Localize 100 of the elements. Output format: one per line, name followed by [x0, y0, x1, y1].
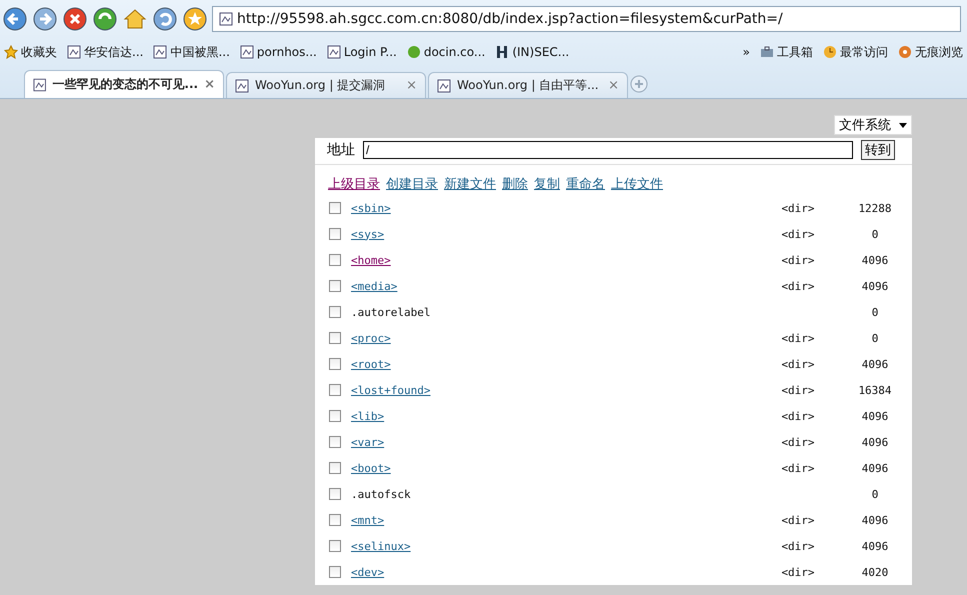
toolbar-item[interactable]: 最常访问 [823, 44, 888, 60]
new-tab-icon[interactable] [630, 75, 648, 93]
file-name: .autorelabel [351, 306, 430, 318]
bookmark-item[interactable]: docin.co... [406, 45, 486, 59]
type-cell-text: <dir> [780, 410, 816, 422]
page-icon [219, 12, 233, 26]
toolbox-icon [760, 45, 774, 59]
browser-tab[interactable]: 一些罕见的变态的不可见... × [24, 70, 224, 98]
action-link[interactable]: 复制 [534, 175, 560, 193]
folder-link[interactable]: <proc> [351, 332, 391, 344]
refresh-icon[interactable] [92, 6, 118, 32]
checkbox[interactable] [329, 462, 341, 474]
checkbox[interactable] [329, 410, 341, 422]
checkbox[interactable] [329, 202, 341, 214]
back-icon[interactable] [2, 6, 28, 32]
checkbox[interactable] [329, 540, 341, 552]
checkbox[interactable] [329, 488, 341, 500]
star-icon [4, 45, 18, 59]
browser-tab[interactable]: WooYun.org | 提交漏洞 × [226, 72, 426, 98]
folder-link[interactable]: <sbin> [351, 202, 391, 214]
bookmark-item[interactable]: (IN)SEC... [495, 45, 570, 59]
clock-icon [823, 45, 837, 59]
bookmark-item[interactable]: Login P... [326, 45, 397, 59]
type-cell-text: <dir> [780, 228, 816, 240]
size-cell-text: 0 [870, 306, 880, 318]
close-tab-button[interactable]: × [608, 78, 619, 93]
size-cell-text: 4096 [860, 540, 890, 552]
size-cell-text: 4096 [860, 254, 890, 266]
checkbox[interactable] [329, 384, 341, 396]
action-link[interactable]: 删除 [502, 175, 528, 193]
checkbox[interactable] [329, 358, 341, 370]
folder-link[interactable]: <boot> [351, 462, 391, 474]
bookmark-item[interactable]: 华安信达... [67, 44, 144, 60]
h-logo-icon [495, 45, 510, 59]
checkbox[interactable] [329, 436, 341, 448]
forward-icon[interactable] [32, 6, 58, 32]
url-text: http://95598.ah.sgcc.com.cn:8080/db/index.jsp?action=filesystem&curPath=/ [237, 11, 783, 27]
size-cell-text: 4096 [860, 514, 890, 526]
page-icon [67, 45, 81, 59]
undo-icon[interactable] [152, 6, 178, 32]
action-link[interactable]: 新建文件 [444, 175, 496, 193]
action-link[interactable]: 上传文件 [611, 175, 663, 193]
close-tab-button[interactable]: × [406, 78, 417, 93]
size-cell-text: 0 [870, 488, 880, 500]
checkbox[interactable] [329, 228, 341, 240]
mode-dropdown[interactable]: 文件系统 [834, 115, 912, 135]
action-link[interactable]: 上级目录 [328, 175, 380, 193]
action-link[interactable]: 重命名 [566, 175, 605, 193]
checkbox[interactable] [329, 566, 341, 578]
type-cell-text: <dir> [780, 436, 816, 448]
folder-link[interactable]: <dev> [351, 566, 384, 578]
stop-icon[interactable] [62, 6, 88, 32]
file-name: .autofsck [351, 488, 411, 500]
bookmark-item[interactable]: pornhos... [240, 45, 317, 59]
checkbox[interactable] [329, 280, 341, 292]
type-cell-text: <dir> [780, 566, 816, 578]
type-cell-text: <dir> [780, 384, 816, 396]
folder-link[interactable]: <selinux> [351, 540, 411, 552]
size-cell-text: 12288 [857, 202, 893, 214]
favorite-icon[interactable] [182, 6, 208, 32]
folder-link[interactable]: <lib> [351, 410, 384, 422]
size-cell-text: 4096 [860, 410, 890, 422]
folder-link[interactable]: <media> [351, 280, 398, 292]
page-icon [437, 78, 451, 92]
type-cell-text: <dir> [780, 540, 816, 552]
type-cell-text: <dir> [780, 514, 816, 526]
circle-logo-icon [406, 45, 421, 59]
page-icon [235, 78, 249, 92]
go-button[interactable]: 转到 [861, 140, 895, 160]
type-cell-text: <dir> [780, 202, 816, 214]
toolbar-item[interactable]: 无痕浏览 [898, 44, 963, 60]
caret-icon [899, 122, 907, 128]
size-cell-text: 4096 [860, 462, 890, 474]
checkbox[interactable] [329, 332, 341, 344]
more-bookmarks[interactable]: » [742, 45, 750, 59]
page-icon [33, 78, 46, 92]
folder-link[interactable]: <mnt> [351, 514, 384, 526]
toolbar-item[interactable]: 工具箱 [760, 44, 813, 60]
browser-tab[interactable]: WooYun.org | 自由平等... × [428, 72, 628, 98]
page-icon [153, 45, 168, 59]
type-cell-text: <dir> [780, 254, 816, 266]
checkbox[interactable] [329, 254, 341, 266]
address-bar[interactable]: http://95598.ah.sgcc.com.cn:8080/db/index.jsp?action=filesystem&curPath=/ [212, 6, 961, 32]
bookmark-item[interactable]: 收藏夹 [4, 44, 57, 60]
folder-link[interactable]: <home> [351, 254, 391, 266]
checkbox[interactable] [329, 514, 341, 526]
folder-link[interactable]: <var> [351, 436, 384, 448]
size-cell-text: 0 [870, 228, 880, 240]
close-tab-button[interactable]: × [204, 77, 215, 92]
action-link[interactable]: 创建目录 [386, 175, 438, 193]
path-field[interactable]: / [363, 141, 853, 159]
type-cell-text: <dir> [780, 280, 816, 292]
checkbox[interactable] [329, 306, 341, 318]
type-cell-text: <dir> [780, 358, 816, 370]
size-cell-text: 4096 [860, 436, 890, 448]
folder-link[interactable]: <lost+found> [351, 384, 430, 396]
folder-link[interactable]: <root> [351, 358, 391, 370]
folder-link[interactable]: <sys> [351, 228, 384, 240]
size-cell-text: 4096 [860, 358, 890, 370]
bookmark-item[interactable]: 中国被黑... [153, 44, 230, 60]
